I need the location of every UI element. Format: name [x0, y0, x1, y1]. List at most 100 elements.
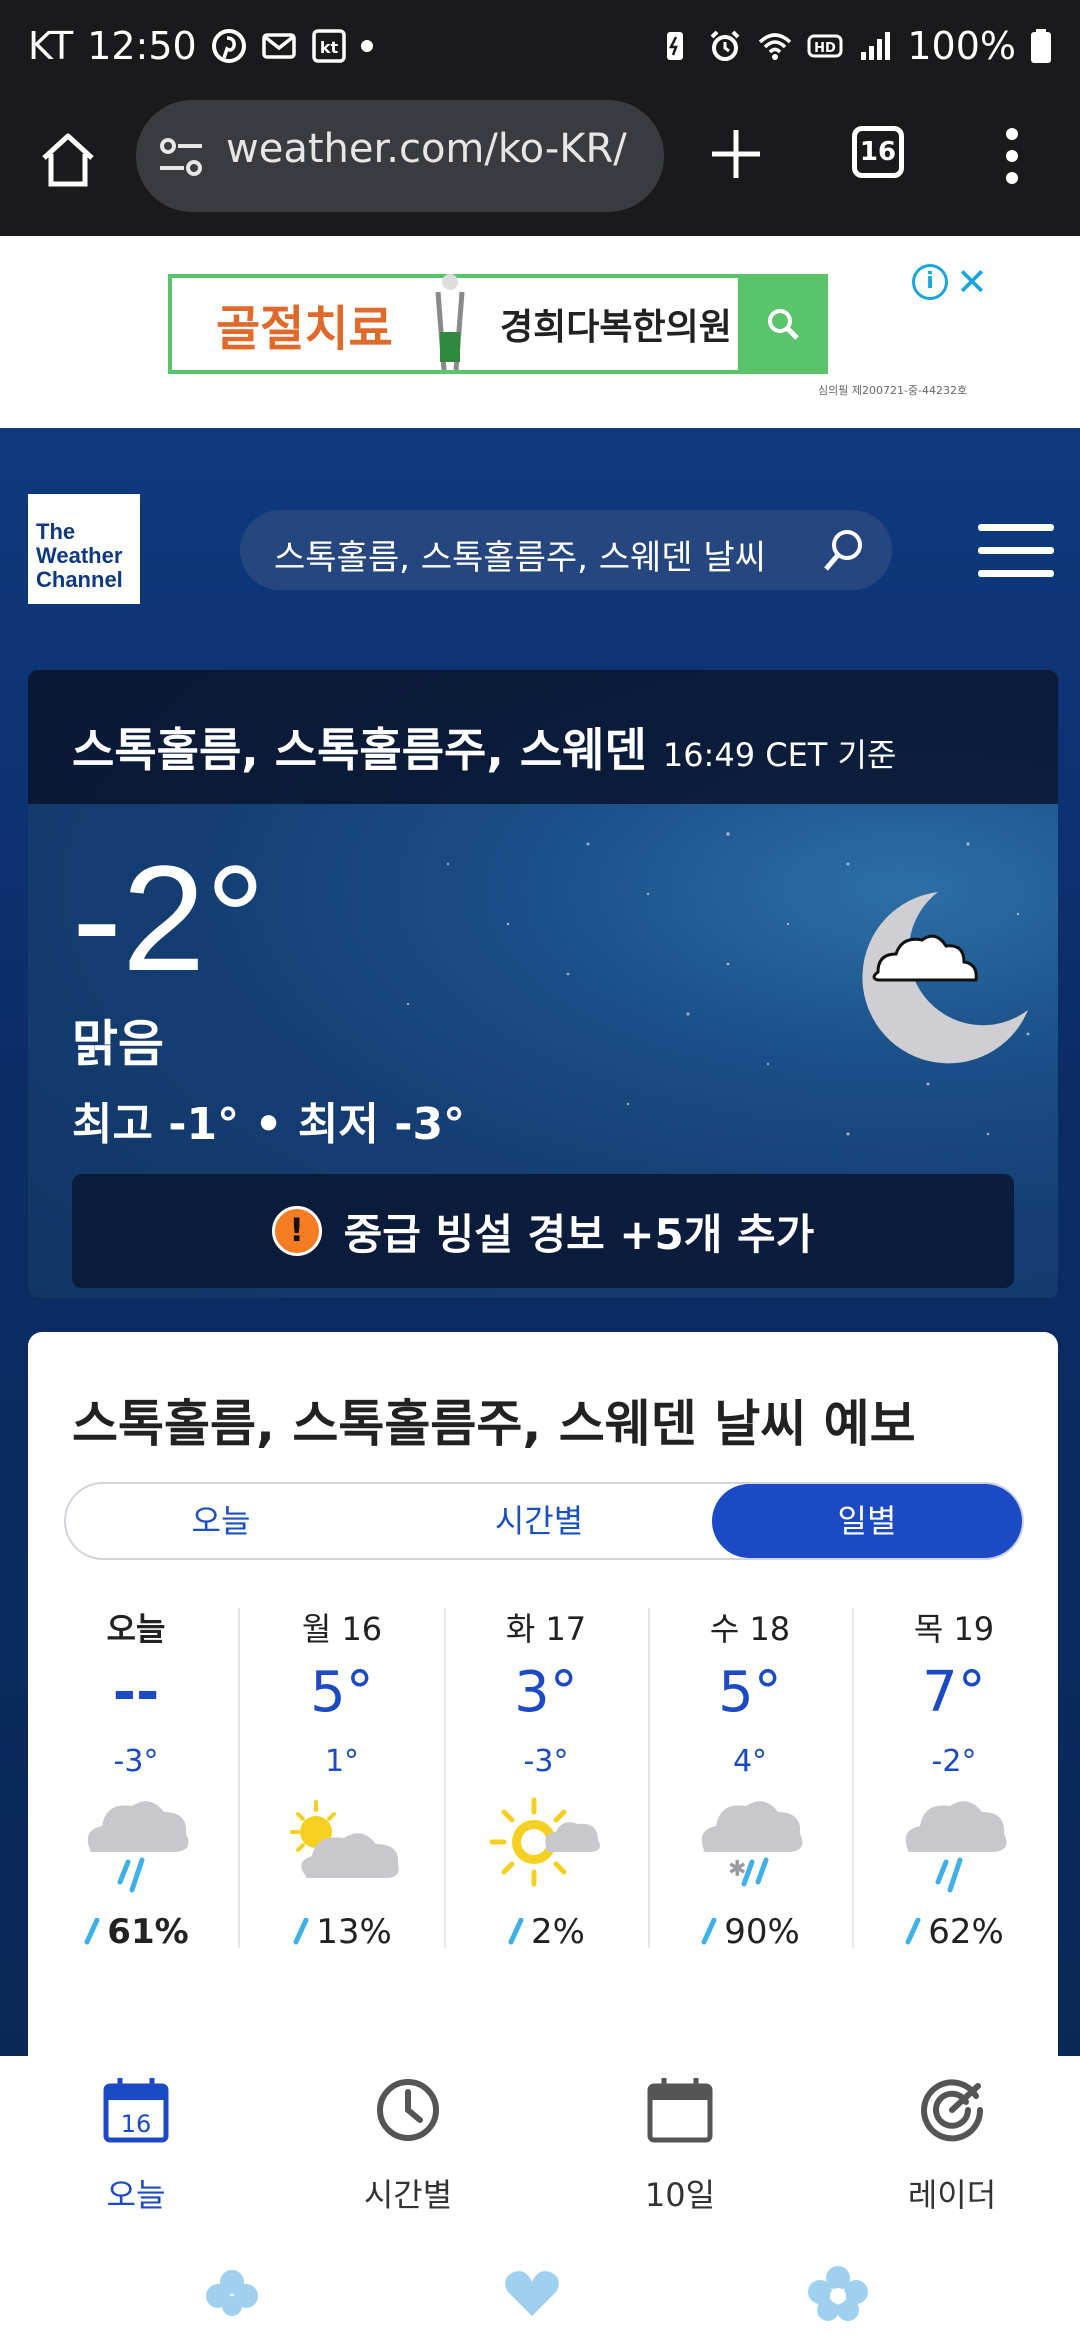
nav-label: 레이더: [907, 2176, 997, 2214]
nav-today[interactable]: 16 오늘: [36, 2076, 236, 2236]
ad-banner[interactable]: 골절치료 경희다복한의원 심의필 제200721-중-44232호 i ✕: [0, 236, 1080, 428]
rain-snow-icon: ✱: [701, 1801, 803, 1887]
forecast-day[interactable]: 화 17 3° -3° 2%: [444, 1604, 648, 1952]
notification-dot-icon: [360, 40, 373, 52]
moon-cloud-icon: [862, 892, 1028, 1064]
weather-alert-banner[interactable]: ! 중급 빙설 경보 +5개 추가: [72, 1174, 1014, 1288]
status-bar: KT 12:50 kt HD 100%: [0, 0, 1080, 100]
radar-icon: [921, 2079, 984, 2142]
day-low: 1°: [324, 1744, 360, 1779]
tab-today[interactable]: 오늘: [66, 1484, 376, 1558]
sun-cloud-icon: [489, 1797, 600, 1887]
forecast-tabs: 오늘 시간별 일별: [64, 1482, 1024, 1560]
raindrop-icon: [701, 1918, 717, 1945]
tab-switcher-button[interactable]: 16: [852, 126, 904, 178]
nav-label: 시간별: [363, 2176, 453, 2214]
ad-creative[interactable]: 골절치료 경희다복한의원: [168, 274, 828, 374]
address-bar[interactable]: weather.com/ko-KR/: [136, 100, 664, 212]
location-name: 스톡홀름, 스톡홀름주, 스웨덴: [72, 723, 647, 777]
location-search[interactable]: 스톡홀름, 스톡홀름주, 스웨덴 날씨: [240, 510, 892, 590]
forecast-card: 스톡홀름, 스톡홀름주, 스웨덴 날씨 예보 오늘 시간별 일별 오늘 -- -…: [28, 1332, 1058, 2056]
day-low: -3°: [113, 1744, 159, 1779]
battery-icon: [1031, 29, 1051, 63]
current-condition: 맑음: [72, 1015, 164, 1073]
forecast-day[interactable]: 오늘 -- -3° 61%: [34, 1604, 238, 1952]
hamburger-menu-icon[interactable]: [978, 524, 1054, 578]
new-tab-icon[interactable]: [706, 124, 766, 184]
logo-line: Weather: [36, 543, 123, 568]
forecast-day[interactable]: 수 18 5° 4° ✱ 90%: [648, 1604, 852, 1952]
precip-value: 13%: [316, 1912, 392, 1952]
location-search-input[interactable]: 스톡홀름, 스톡홀름주, 스웨덴 날씨: [274, 530, 766, 579]
nav-label: 10일: [644, 2176, 716, 2214]
raindrop-icon: [293, 1918, 309, 1945]
ad-search-button[interactable]: [738, 274, 828, 374]
day-high: 3°: [514, 1660, 578, 1725]
signal-icon: [861, 32, 891, 60]
current-temperature: -2°: [72, 834, 266, 1002]
alarm-icon: [710, 30, 740, 61]
logo-line: Channel: [36, 567, 123, 592]
status-left: KT 12:50 kt: [28, 24, 373, 68]
day-precip: 90%: [648, 1912, 852, 1952]
ad-disclaimer: 심의필 제200721-중-44232호: [818, 384, 968, 397]
nav-hourly[interactable]: 시간별: [308, 2076, 508, 2236]
day-high: --: [112, 1660, 160, 1725]
browser-toolbar: weather.com/ko-KR/ 16: [0, 100, 1080, 336]
raindrop-icon: [905, 1918, 921, 1945]
raindrop-icon: [508, 1918, 524, 1945]
crutch-icon: [435, 274, 465, 371]
day-precip: 2%: [444, 1912, 648, 1952]
alert-icon: !: [271, 1206, 322, 1256]
weather-channel-logo[interactable]: The Weather Channel: [28, 494, 140, 604]
heart-decoration-icon: [505, 2271, 559, 2316]
clover-decoration-icon: [206, 2270, 258, 2316]
precip-value: 61%: [107, 1912, 189, 1952]
day-high: 5°: [310, 1660, 374, 1725]
calendar-icon: [647, 2078, 713, 2143]
logo-line: The: [36, 519, 76, 544]
battery-percent: 100%: [907, 24, 1016, 68]
nav-10day[interactable]: 10일: [580, 2076, 780, 2236]
ad-info-icon[interactable]: i: [912, 264, 948, 300]
tab-daily[interactable]: 일별: [712, 1484, 1022, 1558]
clock-icon: [377, 2079, 439, 2141]
current-location: 스톡홀름, 스톡홀름주, 스웨덴 16:49 CET 기준: [72, 714, 896, 780]
status-right: HD 100%: [657, 24, 1052, 68]
svg-text:kt: kt: [320, 38, 339, 57]
ad-close-icon[interactable]: ✕: [956, 260, 988, 304]
home-icon[interactable]: [36, 128, 100, 192]
nav-radar[interactable]: 레이더: [852, 2076, 1052, 2236]
hd-voice-icon: HD: [807, 34, 843, 58]
precip-value: 90%: [724, 1912, 800, 1952]
day-high: 5°: [718, 1660, 782, 1725]
day-low: -2°: [931, 1744, 977, 1779]
alert-text[interactable]: 중급 빙설 경보 +5개 추가: [344, 1201, 815, 1262]
raindrop-icon: [84, 1918, 100, 1945]
day-low: 4°: [732, 1744, 768, 1779]
weather-site: The Weather Channel 스톡홀름, 스톡홀름주, 스웨덴 날씨 …: [0, 428, 1080, 2056]
battery-saver-icon: [667, 32, 684, 60]
day-label: 월 16: [301, 1610, 383, 1648]
current-high-low: 최고 -1° • 최저 -3°: [72, 1099, 466, 1150]
mail-icon: [261, 33, 296, 59]
current-conditions-card: 스톡홀름, 스톡홀름주, 스웨덴 16:49 CET 기준 -2° 맑음 최고 -…: [28, 670, 1058, 1298]
bottom-navigation: 16 오늘 시간별 10일 레이더: [0, 2056, 1080, 2340]
tab-hourly[interactable]: 시간별: [384, 1484, 694, 1558]
site-settings-icon[interactable]: [158, 136, 204, 178]
search-icon[interactable]: [820, 526, 868, 574]
kt-app-icon: kt: [311, 29, 346, 63]
ad-clinic-name: 경희다복한의원: [500, 307, 732, 348]
more-menu-icon[interactable]: [1004, 124, 1020, 188]
forecast-day[interactable]: 월 16 5° 1° 13%: [240, 1604, 444, 1952]
ad-headline: 골절치료: [216, 301, 393, 357]
partly-cloudy-icon: [290, 1800, 399, 1878]
url-text[interactable]: weather.com/ko-KR/: [226, 126, 646, 172]
forecast-day[interactable]: 목 19 7° -2° 62%: [852, 1604, 1056, 1952]
day-low: -3°: [523, 1744, 569, 1779]
forecast-title: 스톡홀름, 스톡홀름주, 스웨덴 날씨 예보: [72, 1395, 916, 1453]
observation-time: 16:49 CET 기준: [662, 736, 897, 774]
nav-label: 오늘: [106, 2176, 166, 2214]
clock-label: 12:50: [87, 24, 197, 68]
calendar-today-icon: 16: [103, 2078, 169, 2143]
